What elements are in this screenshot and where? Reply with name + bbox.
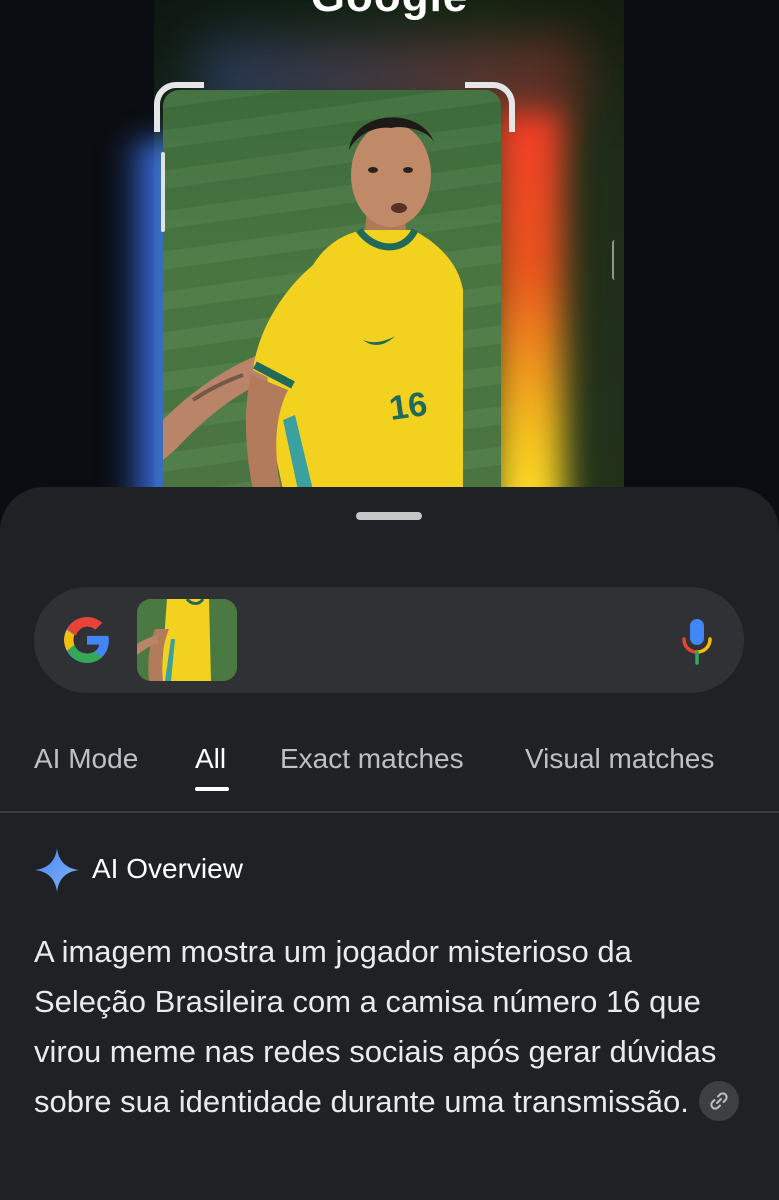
tab-visual-matches[interactable]: Visual matches <box>525 743 714 775</box>
query-image-thumbnail[interactable] <box>137 599 237 681</box>
ai-overview-body: A imagem mostra um jogador misterioso da… <box>34 934 717 1119</box>
source-link-button[interactable] <box>698 1080 739 1121</box>
mic-icon[interactable] <box>680 617 714 665</box>
lens-camera-view: Google 16 <box>0 0 779 520</box>
tab-ai-mode[interactable]: AI Mode <box>34 743 138 775</box>
tab-exact-matches[interactable]: Exact matches <box>280 743 464 775</box>
lens-glow-warm <box>494 110 564 520</box>
sparkle-icon <box>35 848 79 892</box>
link-icon <box>710 1092 728 1110</box>
search-bar[interactable] <box>34 587 744 693</box>
google-wordmark: Google <box>0 0 779 22</box>
results-bottom-sheet: AI Mode All Exact matches Visual matches… <box>0 487 779 1200</box>
crop-edge-handle-left[interactable] <box>161 152 165 232</box>
crop-corner-top-right[interactable] <box>465 82 515 132</box>
crop-corner-top-left[interactable] <box>154 82 204 132</box>
sheet-drag-handle[interactable] <box>356 512 422 520</box>
google-g-icon[interactable] <box>62 615 112 665</box>
result-tabs: AI Mode All Exact matches Visual matches <box>0 737 779 813</box>
svg-text:16: 16 <box>387 385 430 428</box>
ai-overview-text: A imagem mostra um jogador misterioso da… <box>34 927 746 1127</box>
thumbnail-player-image <box>137 599 237 681</box>
ai-overview-title: AI Overview <box>92 853 243 884</box>
crop-edge-handle-right[interactable] <box>612 240 618 280</box>
tab-all[interactable]: All <box>195 743 226 775</box>
player-illustration: 16 <box>163 117 463 490</box>
selected-image-crop[interactable]: 16 <box>163 90 501 490</box>
active-tab-indicator <box>195 787 229 791</box>
